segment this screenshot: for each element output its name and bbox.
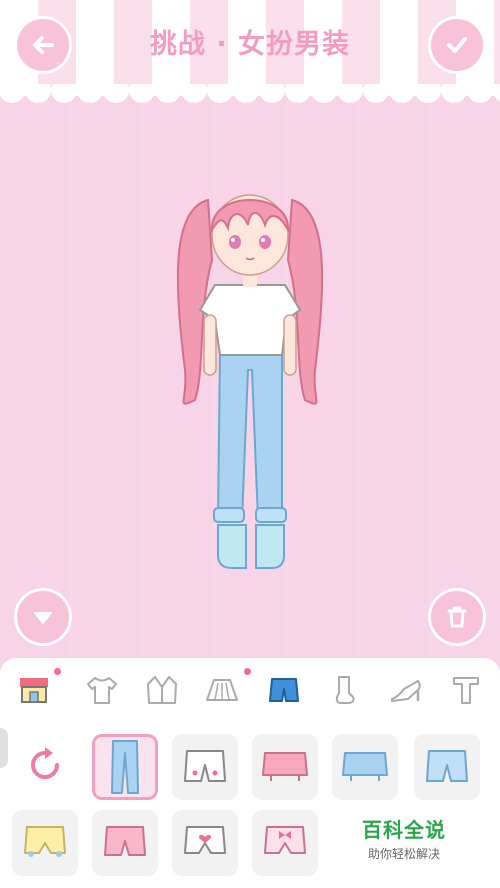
item-tile-heart-bloomers[interactable] [172, 810, 238, 876]
item-tile-yellow-bloomers[interactable] [12, 810, 78, 876]
jeans-icon [111, 740, 139, 794]
watermark-sub: 助你轻松解决 [367, 847, 440, 861]
awning-scallops [0, 84, 500, 103]
page-title: 挑战 · 女扮男装 [149, 29, 351, 60]
shop-icon [20, 678, 48, 703]
pink-shorts-icon [104, 826, 146, 856]
pants-icon [453, 677, 479, 704]
new-badge [244, 668, 251, 675]
collapse-button[interactable] [14, 588, 72, 646]
item-tile-pink-shorts[interactable] [92, 810, 158, 876]
arrow-left-icon [33, 36, 54, 54]
heart-bloomers-icon [184, 826, 226, 854]
dressup-character[interactable] [160, 170, 340, 580]
trash-icon [447, 606, 467, 628]
heel-icon [391, 680, 421, 702]
checkmark-icon [447, 37, 467, 53]
triangle-down-icon [34, 612, 52, 624]
trash-button[interactable] [428, 588, 486, 646]
category-pants[interactable] [444, 666, 488, 714]
item-tile-denim-shorts[interactable] [414, 734, 480, 800]
reset-button[interactable] [20, 740, 70, 790]
category-jackets[interactable] [140, 666, 184, 714]
category-socks[interactable] [322, 666, 366, 714]
tshirt-icon [87, 677, 117, 704]
watermark-main: 百科全说 [362, 818, 446, 842]
blue-skirt-shorts-icon [342, 752, 388, 781]
item-tile-white-shorts[interactable] [172, 734, 238, 800]
category-skirts[interactable] [200, 666, 244, 714]
back-button[interactable] [14, 16, 72, 74]
new-badge [54, 668, 61, 675]
yellow-bloomers-icon [24, 826, 66, 857]
jacket-icon [147, 676, 177, 704]
bow-bloomers-icon [264, 826, 306, 854]
category-shoes[interactable] [384, 666, 428, 714]
confirm-button[interactable] [428, 16, 486, 74]
item-tile-bow-bloomers[interactable] [252, 810, 318, 876]
rotate-icon [31, 747, 59, 779]
category-shorts[interactable] [262, 666, 306, 714]
sock-icon [335, 676, 355, 704]
category-store[interactable] [12, 666, 56, 714]
item-tile-pink-skort[interactable] [252, 734, 318, 800]
shorts-icon [269, 678, 299, 702]
category-bar [0, 666, 500, 718]
watermark: 百科全说 助你轻松解决 [350, 810, 458, 862]
skirt-icon [206, 679, 238, 701]
pink-skirt-shorts-icon [262, 752, 308, 781]
blue-denim-shorts-icon [426, 750, 468, 782]
item-tile-blue-skort[interactable] [332, 734, 398, 800]
items-grid [0, 730, 500, 888]
white-shorts-icon [184, 750, 226, 782]
item-tile-jeans[interactable] [92, 734, 158, 800]
category-tops[interactable] [80, 666, 124, 714]
